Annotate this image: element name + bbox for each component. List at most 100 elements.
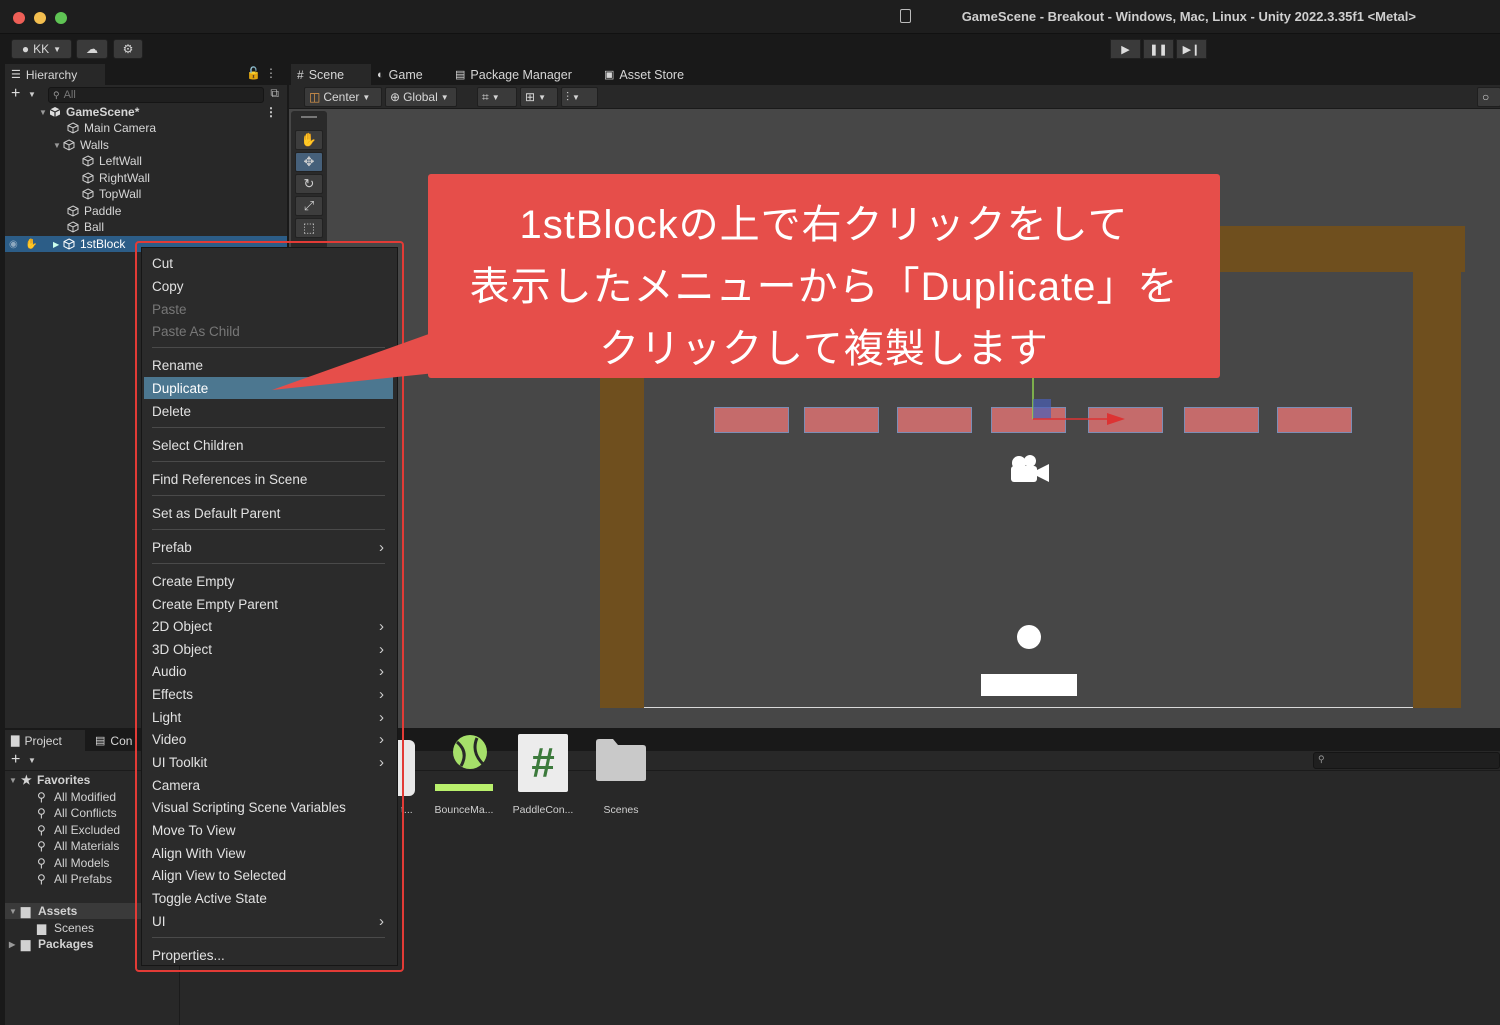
more-options-icon[interactable]: ⋮ (265, 66, 277, 80)
menu-item-cut[interactable]: Cut (142, 252, 397, 274)
play-button[interactable]: ▶ (1110, 39, 1141, 59)
menu-item-label: Delete (152, 403, 192, 419)
menu-item-audio[interactable]: Audio › (142, 660, 397, 682)
menu-separator (152, 427, 385, 428)
block[interactable] (897, 407, 972, 433)
hierarchy-item-main-camera[interactable]: Main Camera (5, 120, 287, 136)
menu-item-camera[interactable]: Camera (142, 774, 397, 796)
tab-game[interactable]: ◐ Game (371, 64, 429, 85)
menu-item-set-default-parent[interactable]: Set as Default Parent (142, 502, 397, 524)
hierarchy-item-leftwall[interactable]: LeftWall (5, 153, 287, 169)
pickable-hand-icon[interactable]: ✋ (25, 239, 37, 250)
menu-item-align-with-view[interactable]: Align With View (142, 842, 397, 864)
pause-button[interactable]: ❚❚ (1143, 39, 1174, 59)
add-icon[interactable]: + (11, 751, 20, 769)
menu-item-ui[interactable]: UI › (142, 910, 397, 932)
add-icon[interactable]: + (11, 85, 20, 103)
palette-handle[interactable] (301, 116, 317, 118)
tab-asset-store[interactable]: ▣ Asset Store (598, 64, 690, 85)
cloud-icon: ☁ (86, 42, 98, 56)
scale-tool-button[interactable]: ⤢ (295, 196, 323, 216)
move-icon: ✥ (303, 154, 315, 169)
pivot-mode-dropdown[interactable]: ◫ Center ▼ (304, 87, 382, 107)
chevron-down-icon[interactable]: ▼ (28, 90, 36, 99)
hierarchy-item-topwall[interactable]: TopWall (5, 186, 287, 202)
menu-item-align-view-to-selected[interactable]: Align View to Selected (142, 864, 397, 886)
block[interactable] (714, 407, 789, 433)
left-wall[interactable] (600, 376, 644, 708)
chevron-down-icon[interactable]: ▼ (28, 756, 36, 765)
move-gizmo[interactable] (1019, 369, 1129, 431)
hand-tool-button[interactable]: ✋ (295, 130, 323, 150)
menu-item-find-references[interactable]: Find References in Scene (142, 468, 397, 490)
scene-tabbar: # Scene ◐ Game ▤ Package Manager ▣ Asset… (289, 64, 1500, 85)
fold-open-icon[interactable]: ▼ (53, 141, 63, 150)
rect-tool-button[interactable]: ⬚ (295, 218, 323, 238)
menu-item-move-to-view[interactable]: Move To View (142, 819, 397, 841)
menu-item-select-children[interactable]: Select Children (142, 434, 397, 456)
fold-closed-icon[interactable]: ▶ (9, 940, 21, 949)
scene-search-icon[interactable]: ⧉ (270, 86, 279, 101)
tab-project[interactable]: ▇ Project (5, 730, 85, 751)
tab-package-manager[interactable]: ▤ Package Manager (449, 64, 578, 85)
hierarchy-item-rightwall[interactable]: RightWall (5, 170, 287, 186)
menu-item-effects[interactable]: Effects › (142, 683, 397, 705)
camera-gizmo-icon[interactable] (1009, 454, 1051, 484)
visibility-eye-icon[interactable]: ◉ (9, 239, 18, 250)
grid-snapping-toggle[interactable]: ⌗ ▼ (477, 87, 517, 107)
rotate-tool-button[interactable]: ↻ (295, 174, 323, 194)
menu-item-properties[interactable]: Properties... (142, 944, 397, 966)
asset-item-bouncematerial[interactable]: BounceMa... (426, 735, 502, 816)
menu-item-visual-scripting-scene-variables[interactable]: Visual Scripting Scene Variables (142, 796, 397, 818)
menu-item-light[interactable]: Light › (142, 706, 397, 728)
hierarchy-search-input[interactable]: ⚲ All (48, 87, 264, 103)
menu-item-2d-object[interactable]: 2D Object › (142, 615, 397, 637)
menu-item-ui-toolkit[interactable]: UI Toolkit › (142, 751, 397, 773)
gameobject-icon (63, 238, 75, 250)
top-wall[interactable] (1189, 226, 1465, 272)
lock-icon[interactable]: 🔓 (246, 66, 261, 80)
menu-item-3d-object[interactable]: 3D Object › (142, 638, 397, 660)
fold-open-icon[interactable]: ▼ (9, 776, 21, 785)
favorite-item-label: All Excluded (54, 823, 121, 837)
asset-item-scenes-folder[interactable]: Scenes (583, 739, 659, 816)
menu-item-delete[interactable]: Delete (142, 400, 397, 422)
fold-closed-icon[interactable]: ▶ (53, 240, 63, 249)
paddle[interactable] (981, 674, 1077, 696)
menu-item-prefab[interactable]: Prefab › (142, 536, 397, 558)
right-wall[interactable] (1413, 272, 1461, 708)
menu-item-create-empty[interactable]: Create Empty (142, 570, 397, 592)
scene-search-button[interactable]: ○ (1477, 87, 1500, 107)
ball[interactable] (1017, 625, 1041, 649)
fold-open-icon[interactable]: ▼ (39, 108, 49, 117)
tab-scene[interactable]: # Scene (291, 64, 371, 85)
tab-hierarchy[interactable]: ☰ Hierarchy (5, 64, 105, 85)
move-tool-button[interactable]: ✥ (295, 152, 323, 172)
fold-open-icon[interactable]: ▼ (9, 907, 21, 916)
more-options-icon[interactable]: ⋮ (265, 105, 277, 119)
menu-item-video[interactable]: Video › (142, 728, 397, 750)
menu-item-toggle-active-state[interactable]: Toggle Active State (142, 887, 397, 909)
hierarchy-item-ball[interactable]: Ball (5, 219, 287, 235)
menu-item-create-empty-parent[interactable]: Create Empty Parent (142, 593, 397, 615)
block[interactable] (1277, 407, 1352, 433)
hierarchy-item-walls[interactable]: ▼ Walls (5, 137, 287, 153)
increment-snap-toggle[interactable]: ⫶ ▼ (561, 87, 598, 107)
pivot-rotation-dropdown[interactable]: ⊕ Global ▼ (385, 87, 457, 107)
grid-visibility-toggle[interactable]: ⊞ ▼ (520, 87, 558, 107)
cloud-button[interactable]: ☁ (76, 39, 108, 59)
block[interactable] (804, 407, 879, 433)
gameobject-icon (67, 221, 79, 233)
scene-view[interactable]: # Scene ◐ Game ▤ Package Manager ▣ Asset… (289, 64, 1500, 728)
menu-item-copy[interactable]: Copy (142, 275, 397, 297)
hierarchy-item-gamescene[interactable]: ▼ GameScene* ⋮ (5, 104, 287, 120)
gameobject-icon (67, 122, 79, 134)
step-button[interactable]: ▶❙ (1176, 39, 1207, 59)
hierarchy-item-paddle[interactable]: Paddle (5, 203, 287, 219)
folder-icon: ▆ (21, 937, 31, 951)
project-search-input[interactable]: ⚲ (1313, 752, 1500, 769)
services-button[interactable]: ⚙ (113, 39, 143, 59)
account-dropdown[interactable]: ● KK ▼ (11, 39, 72, 59)
block[interactable] (1184, 407, 1259, 433)
asset-item-paddlecontroller[interactable]: # PaddleCon... (505, 734, 581, 816)
